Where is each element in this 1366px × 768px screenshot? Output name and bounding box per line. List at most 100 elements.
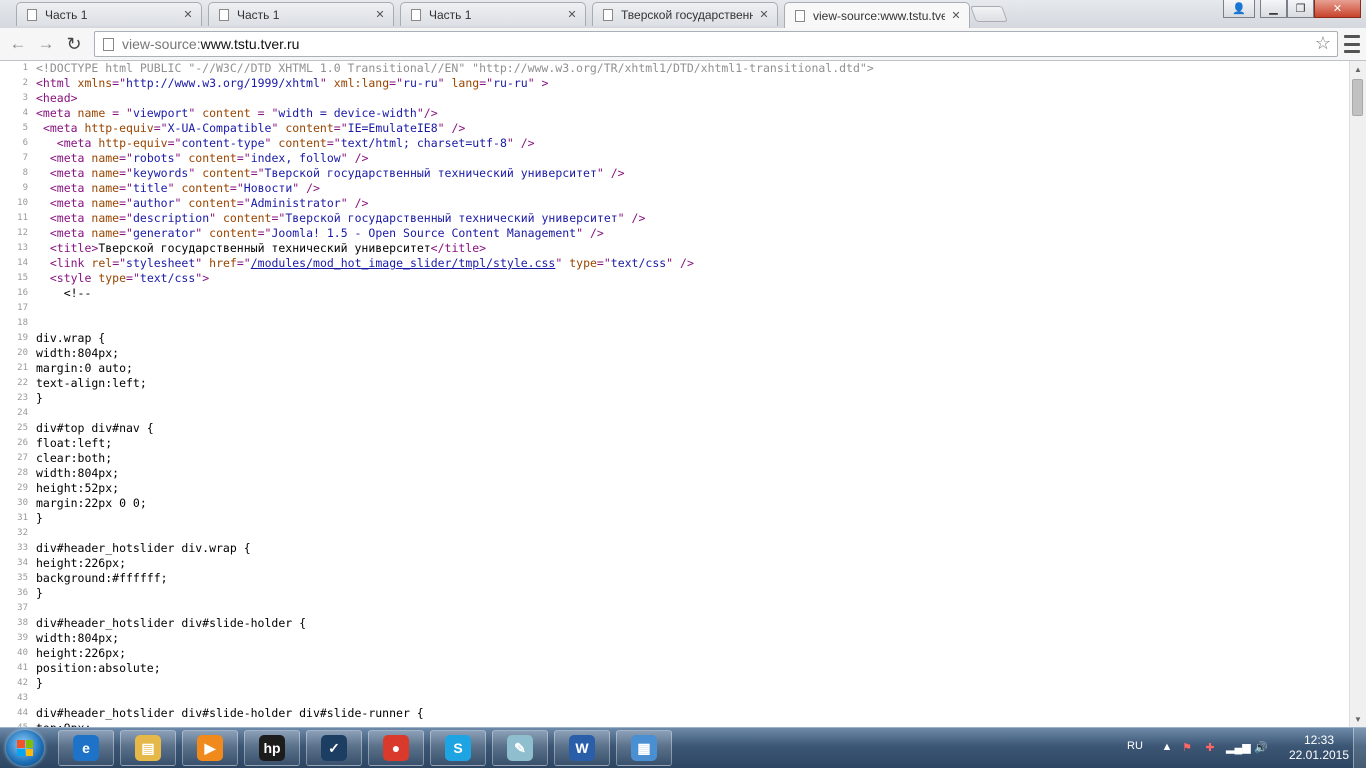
- line-code: background:#ffffff;: [36, 571, 168, 586]
- media-player-taskbar-button[interactable]: ▶: [182, 730, 238, 766]
- forward-button[interactable]: →: [34, 32, 58, 56]
- language-indicator[interactable]: RU: [1127, 740, 1143, 752]
- line-number: 3: [22, 93, 28, 103]
- code-token: <link: [49, 256, 92, 270]
- network-icon[interactable]: ▂▄▆: [1226, 741, 1251, 755]
- maximize-button[interactable]: ❐: [1287, 0, 1314, 18]
- clock[interactable]: 12:33 22.01.2015: [1286, 733, 1352, 763]
- page-icon: [103, 37, 114, 51]
- chrome-menu-button[interactable]: [1344, 35, 1360, 53]
- code-token: <!DOCTYPE html PUBLIC "-//W3C//DTD XHTML…: [36, 61, 874, 75]
- tab-2[interactable]: Часть 1 ✕: [208, 2, 394, 26]
- explorer-taskbar-button[interactable]: ▤: [120, 730, 176, 766]
- show-desktop-button[interactable]: [1353, 728, 1366, 768]
- bookmark-star-icon[interactable]: ☆: [1315, 33, 1331, 54]
- url-text[interactable]: view-source:www.tstu.tver.ru: [122, 36, 299, 52]
- show-hidden-icons-icon[interactable]: ▲: [1160, 741, 1174, 755]
- reload-button[interactable]: ↻: [62, 32, 86, 56]
- line-code: <title>Тверской государственный техничес…: [36, 241, 486, 256]
- line-code: <meta http-equiv="content-type" content=…: [36, 136, 535, 151]
- hp-taskbar-button[interactable]: hp: [244, 730, 300, 766]
- word-taskbar-button[interactable]: W: [554, 730, 610, 766]
- code-token: text/css: [139, 271, 196, 285]
- tick-taskbar-button[interactable]: ✓: [306, 730, 362, 766]
- source-line: 22 text-align:left;: [0, 376, 1349, 391]
- line-code: margin:22px 0 0;: [36, 496, 147, 511]
- chrome-taskbar-button[interactable]: ●: [368, 730, 424, 766]
- tab-4[interactable]: Тверской государственн ✕: [592, 2, 778, 26]
- skype-taskbar-button[interactable]: S: [430, 730, 486, 766]
- line-number: 27: [17, 453, 28, 463]
- close-icon: ✕: [1332, 3, 1343, 15]
- code-token: width:804px;: [36, 631, 120, 645]
- scrollbar-thumb[interactable]: [1352, 79, 1363, 116]
- source-line: 2 <html xmlns="http://www.w3.org/1999/xht…: [0, 76, 1349, 91]
- internet-explorer-icon: e: [73, 735, 99, 761]
- source-line: 32: [0, 526, 1349, 541]
- back-button[interactable]: ←: [6, 32, 30, 56]
- address-bar[interactable]: view-source:www.tstu.tver.ru ☆: [94, 31, 1338, 57]
- vertical-scrollbar[interactable]: ▲ ▼: [1349, 61, 1366, 727]
- tab-close-icon[interactable]: ✕: [949, 9, 963, 22]
- reload-icon: ↻: [66, 33, 82, 54]
- code-token: =": [250, 166, 265, 180]
- code-token: =": [479, 76, 494, 90]
- tab-3[interactable]: Часть 1 ✕: [400, 2, 586, 26]
- close-window-button[interactable]: ✕: [1314, 0, 1361, 18]
- line-code: <html xmlns="http://www.w3.org/1999/xhtm…: [36, 76, 548, 91]
- user-profile-button[interactable]: 👤: [1223, 0, 1255, 18]
- source-line: 29 height:52px;: [0, 481, 1349, 496]
- source-link[interactable]: /modules/mod_hot_image_slider/tmpl/style…: [251, 256, 556, 270]
- line-number: 34: [17, 558, 28, 568]
- page-icon: [603, 8, 613, 21]
- code-token: " />: [506, 136, 535, 150]
- code-token: <meta: [56, 136, 99, 150]
- page-icon: [795, 9, 805, 22]
- code-token: <meta: [49, 181, 92, 195]
- line-number: 36: [17, 588, 28, 598]
- line-code: }: [36, 391, 43, 406]
- source-line: 7 <meta name="robots" content="index, fo…: [0, 151, 1349, 166]
- code-token: " />: [576, 226, 604, 240]
- security-alert-icon[interactable]: ✚: [1203, 741, 1217, 755]
- source-line: 16 <!--: [0, 286, 1349, 301]
- line-number: 19: [17, 333, 28, 343]
- volume-icon[interactable]: 🔊: [1254, 741, 1268, 755]
- code-token: keywords: [132, 166, 189, 180]
- line-code: position:absolute;: [36, 661, 161, 676]
- tab-5-active[interactable]: view-source:www.tstu.tve ✕: [784, 2, 970, 28]
- line-number: 29: [17, 483, 28, 493]
- menu-bar-icon: [1344, 35, 1360, 38]
- code-token: <title>: [49, 241, 99, 255]
- tab-close-icon[interactable]: ✕: [181, 8, 195, 21]
- notes-taskbar-button[interactable]: ✎: [492, 730, 548, 766]
- line-number: 31: [17, 513, 28, 523]
- line-number: 18: [17, 318, 28, 328]
- code-token: ": [188, 106, 203, 120]
- minimize-button[interactable]: ▁: [1260, 0, 1287, 18]
- ie-taskbar-button[interactable]: e: [58, 730, 114, 766]
- scroll-up-icon[interactable]: ▲: [1350, 61, 1366, 77]
- code-token: ": [195, 226, 210, 240]
- flag-alert-icon[interactable]: ⚑: [1180, 741, 1194, 755]
- source-line: 31}: [0, 511, 1349, 526]
- tab-1[interactable]: Часть 1 ✕: [16, 2, 202, 26]
- line-number: 13: [17, 243, 28, 253]
- line-code: <!--: [36, 286, 92, 301]
- page-source-view[interactable]: 1 <!DOCTYPE html PUBLIC "-//W3C//DTD XHTM…: [0, 61, 1349, 727]
- tab-close-icon[interactable]: ✕: [565, 8, 579, 21]
- tab-close-icon[interactable]: ✕: [373, 8, 387, 21]
- code-token: http://www.w3.org/1999/xhtml: [126, 76, 320, 90]
- hp-icon: hp: [259, 735, 285, 761]
- scroll-down-icon[interactable]: ▼: [1350, 711, 1366, 727]
- tab-close-icon[interactable]: ✕: [757, 8, 771, 21]
- line-code: <meta name = "viewport" content = "width…: [36, 106, 438, 121]
- line-number: 26: [17, 438, 28, 448]
- code-token: ": [209, 211, 223, 225]
- start-button[interactable]: [6, 730, 44, 766]
- new-tab-button[interactable]: [970, 6, 1008, 22]
- code-token: =": [389, 76, 404, 90]
- control-panel-taskbar-button[interactable]: ▦: [616, 730, 672, 766]
- line-number: 43: [17, 693, 28, 703]
